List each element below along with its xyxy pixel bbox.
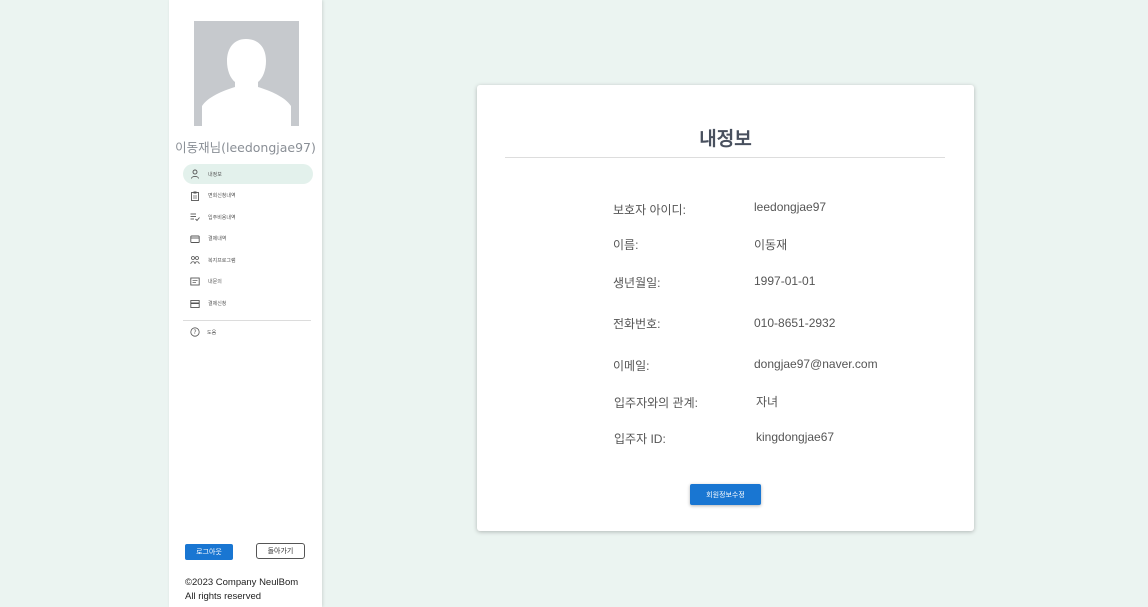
- relationship-value: 자녀: [756, 395, 779, 409]
- sidebar-item-cost-history[interactable]: 입주비용내역: [183, 207, 313, 227]
- help-icon: ?: [189, 326, 201, 338]
- sidebar-item-payment-history[interactable]: 결제내역: [183, 229, 313, 249]
- sidebar-divider: [183, 320, 311, 321]
- checklist-icon: [189, 211, 201, 223]
- sidebar-item-label: 면회신청내역: [208, 193, 236, 200]
- person-silhouette-icon: [194, 21, 299, 126]
- copyright: ©2023 Company NeulBom All rights reserve…: [185, 576, 298, 604]
- sidebar-item-help[interactable]: ? 도움: [189, 323, 216, 341]
- avatar: [194, 21, 299, 126]
- sidebar-item-welfare-program[interactable]: 복지프로그램: [183, 250, 313, 270]
- resident-id-value: kingdongjae67: [756, 430, 835, 444]
- sidebar-item-label: 결제신청: [208, 301, 227, 308]
- page-title: 내정보: [699, 128, 752, 150]
- name-label: 이름:: [613, 238, 639, 252]
- birthdate-value: 1997-01-01: [754, 274, 816, 288]
- clipboard-icon: [189, 190, 201, 202]
- credit-card-icon: [189, 233, 201, 245]
- help-label: 도움: [207, 329, 217, 336]
- person-icon: [189, 168, 201, 180]
- people-icon: [189, 254, 201, 266]
- resident-id-label: 입주자 ID:: [614, 432, 666, 446]
- edit-profile-button[interactable]: 회원정보수정: [690, 484, 761, 505]
- phone-label: 전화번호:: [613, 317, 661, 331]
- payment-icon: [189, 298, 201, 310]
- user-name: 이동재님(leedongjae97): [175, 140, 316, 155]
- birthdate-label: 생년월일:: [613, 276, 661, 290]
- guardian-id-value: leedongjae97: [754, 200, 827, 214]
- back-button[interactable]: 돌아가기: [256, 543, 305, 559]
- email-value: dongjae97@naver.com: [754, 357, 878, 371]
- sidebar-menu: 내정보 면회신청내역 입주비용내역 결제내역 복지프로그램 내문의 결제신청: [183, 164, 313, 315]
- sidebar-item-my-info[interactable]: 내정보: [183, 164, 313, 184]
- relationship-label: 입주자와의 관계:: [614, 396, 698, 410]
- guardian-id-label: 보호자 아이디:: [613, 203, 686, 217]
- title-divider: [505, 157, 945, 158]
- sidebar-item-my-inquiry[interactable]: 내문의: [183, 272, 313, 292]
- copyright-line-1: ©2023 Company NeulBom: [185, 577, 299, 588]
- sidebar-item-visit-history[interactable]: 면회신청내역: [183, 186, 313, 206]
- copyright-line-2: All rights reserved: [185, 591, 262, 602]
- sidebar-item-label: 복지프로그램: [208, 257, 236, 264]
- name-value: 이동재: [754, 238, 788, 252]
- sidebar-item-label: 입주비용내역: [208, 214, 236, 221]
- sidebar-item-label: 내문의: [208, 279, 222, 286]
- sidebar-item-label: 결제내역: [208, 236, 227, 243]
- svg-text:?: ?: [193, 329, 196, 336]
- profile-card: 내정보 보호자 아이디: leedongjae97 이름: 이동재 생년월일: …: [477, 85, 974, 531]
- sidebar-item-payment-request[interactable]: 결제신청: [183, 294, 313, 314]
- message-icon: [189, 276, 201, 288]
- phone-value: 010-8651-2932: [754, 316, 836, 330]
- email-label: 이메일:: [613, 359, 650, 373]
- sidebar: 이동재님(leedongjae97) 내정보 면회신청내역 입주비용내역 결제내…: [169, 0, 322, 607]
- sidebar-item-label: 내정보: [208, 171, 222, 178]
- logout-button[interactable]: 로그아웃: [185, 544, 233, 560]
